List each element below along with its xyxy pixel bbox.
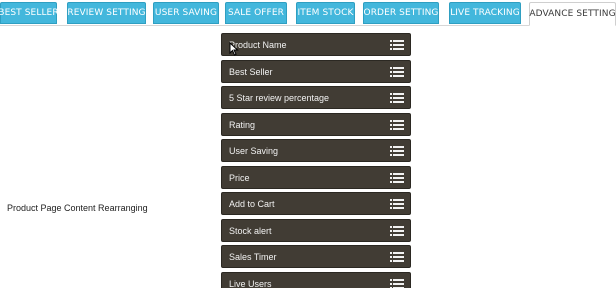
sortable-item-live-users[interactable]: Live Users (221, 272, 411, 288)
tab-item-stock[interactable]: ITEM STOCK (296, 2, 355, 24)
list-icon[interactable] (390, 251, 404, 262)
tab-order-setting[interactable]: ORDER SETTING (363, 2, 439, 24)
item-label: Rating (229, 119, 256, 130)
item-label: Stock alert (229, 225, 272, 236)
mouse-pointer-icon (229, 41, 239, 56)
tab-user-saving[interactable]: USER SAVING (153, 2, 219, 24)
list-icon[interactable] (390, 119, 404, 130)
sortable-content-list: Product Name Best Seller 5 Star review p… (221, 33, 411, 288)
list-icon[interactable] (390, 92, 404, 103)
sortable-item-user-saving[interactable]: User Saving (221, 139, 411, 162)
list-icon[interactable] (390, 39, 404, 50)
sortable-item-stock-alert[interactable]: Stock alert (221, 219, 411, 242)
list-icon[interactable] (390, 66, 404, 77)
tab-best-seller[interactable]: BEST SELLER (0, 2, 59, 24)
item-label: Product Name (229, 39, 287, 50)
list-icon[interactable] (390, 198, 404, 209)
section-label: Product Page Content Rearranging (7, 203, 148, 213)
sortable-item-best-seller[interactable]: Best Seller (221, 60, 411, 83)
settings-tab-bar: BEST SELLER REVIEW SETTING USER SAVING S… (0, 0, 616, 26)
sortable-item-price[interactable]: Price (221, 166, 411, 189)
list-icon[interactable] (390, 172, 404, 183)
tab-review-setting[interactable]: REVIEW SETTING (67, 2, 146, 24)
sortable-item-rating[interactable]: Rating (221, 113, 411, 136)
item-label: Price (229, 172, 250, 183)
sortable-item-add-to-cart[interactable]: Add to Cart (221, 192, 411, 215)
sortable-item-product-name[interactable]: Product Name (221, 33, 411, 56)
item-label: Best Seller (229, 66, 273, 77)
item-label: 5 Star review percentage (229, 92, 330, 103)
list-icon[interactable] (390, 278, 404, 288)
item-label: Add to Cart (229, 198, 275, 209)
tab-advance-setting[interactable]: ADVANCE SETTING (529, 2, 616, 26)
item-label: Sales Timer (229, 251, 277, 262)
sortable-item-sales-timer[interactable]: Sales Timer (221, 245, 411, 268)
list-icon[interactable] (390, 145, 404, 156)
item-label: User Saving (229, 145, 279, 156)
tab-live-tracking[interactable]: LIVE TRACKING (449, 2, 521, 24)
list-icon[interactable] (390, 225, 404, 236)
item-label: Live Users (229, 278, 272, 288)
tab-sale-offer[interactable]: SALE OFFER (225, 2, 287, 24)
sortable-item-five-star-review[interactable]: 5 Star review percentage (221, 86, 411, 109)
